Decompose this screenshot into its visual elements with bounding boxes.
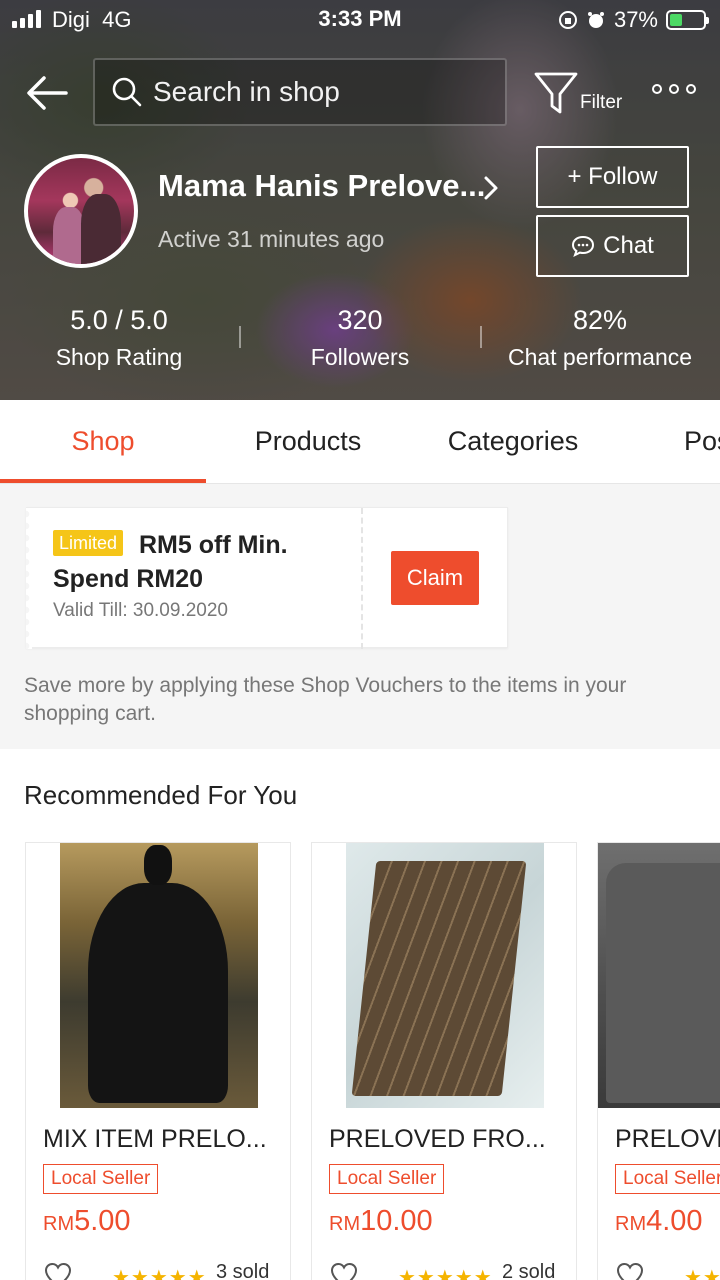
shop-voucher: RM5 off Min. Spend RM20 Limited Valid Ti… (26, 507, 508, 649)
stat-value: 320 (337, 305, 383, 335)
chat-label: Chat (603, 232, 654, 259)
shop-name[interactable]: Mama Hanis Prelove... (158, 168, 485, 204)
more-options-icon[interactable] (652, 84, 696, 104)
voucher-divider (361, 508, 363, 649)
limited-badge: Limited (53, 530, 124, 556)
stat-label: Shop Rating (55, 344, 183, 370)
follow-label: + Follow (567, 163, 658, 190)
alarm-icon (587, 12, 604, 28)
shop-avatar[interactable] (24, 154, 138, 268)
stat-divider (239, 326, 241, 348)
product-image[interactable] (26, 843, 290, 1108)
product-price: RM5.00 (43, 1205, 131, 1237)
active-tab-indicator (0, 479, 206, 483)
active-status: Active 31 minutes ago (158, 226, 385, 252)
shop-header: Digi 4G 3:33 PM 37% Search in shop Filte… (0, 0, 720, 400)
heart-icon[interactable] (615, 1261, 645, 1280)
local-seller-badge: Local Seller (329, 1164, 445, 1194)
stat-label: Chat performance (507, 344, 693, 370)
section-title: Recommended For You (24, 780, 298, 810)
filter-button[interactable]: Filter (532, 70, 632, 120)
stat-chat-performance[interactable]: 82% Chat performance (494, 302, 706, 372)
product-image[interactable] (598, 843, 720, 1108)
stat-divider (480, 326, 482, 348)
stat-followers[interactable]: 320 Followers (260, 302, 460, 372)
product-card[interactable]: PRELOVED Local Seller RM4.00 ★★★★★ (597, 842, 720, 1280)
product-name: MIX ITEM PRELO... (43, 1125, 267, 1153)
orientation-lock-icon (558, 11, 577, 29)
stat-shop-rating[interactable]: 5.0 / 5.0 Shop Rating (24, 302, 214, 372)
voucher-validity: Valid Till: 30.09.2020 (53, 600, 228, 621)
filter-icon (534, 72, 578, 114)
tab-shop[interactable]: Shop (0, 400, 206, 483)
heart-icon[interactable] (43, 1261, 73, 1280)
stat-label: Followers (310, 344, 410, 370)
back-button[interactable] (22, 70, 72, 116)
recommended-section: Recommended For You MIX ITEM PRELO... Lo… (0, 749, 720, 1280)
search-input[interactable]: Search in shop (93, 58, 507, 126)
chevron-right-icon[interactable] (480, 174, 502, 202)
sold-count: 2 sold (502, 1261, 556, 1280)
rating-stars: ★★★★★ (112, 1267, 207, 1280)
product-image[interactable] (312, 843, 576, 1108)
local-seller-badge: Local Seller (615, 1164, 720, 1194)
stat-value: 82% (572, 305, 628, 335)
rating-stars: ★★★★★ (684, 1267, 720, 1280)
claim-button[interactable]: Claim (391, 551, 479, 605)
local-seller-badge: Local Seller (43, 1164, 159, 1194)
battery-percent: 37% (613, 7, 658, 32)
sold-count: 3 sold (216, 1261, 270, 1280)
status-bar: Digi 4G 3:33 PM 37% (0, 0, 720, 40)
chat-button[interactable]: Chat (536, 215, 689, 277)
rating-stars: ★★★★★ (398, 1267, 493, 1280)
filter-label: Filter (580, 92, 623, 113)
battery-icon (666, 10, 709, 30)
heart-icon[interactable] (329, 1261, 359, 1280)
tab-categories[interactable]: Categories (410, 400, 616, 483)
tab-posts[interactable]: Pos (684, 400, 720, 483)
tab-products[interactable]: Products (206, 400, 410, 483)
search-placeholder: Search in shop (153, 76, 340, 107)
product-name: PRELOVED FRO... (329, 1125, 546, 1153)
chat-bubble-icon (572, 235, 595, 257)
product-price: RM4.00 (615, 1205, 703, 1237)
product-card[interactable]: MIX ITEM PRELO... Local Seller RM5.00 ★★… (25, 842, 291, 1280)
follow-button[interactable]: + Follow (536, 146, 689, 208)
voucher-edge (26, 508, 32, 649)
voucher-note: Save more by applying these Shop Voucher… (24, 674, 627, 725)
product-name: PRELOVED (615, 1125, 720, 1153)
product-card[interactable]: PRELOVED FRO... Local Seller RM10.00 ★★★… (311, 842, 577, 1280)
stat-value: 5.0 / 5.0 (70, 305, 168, 335)
product-price: RM10.00 (329, 1205, 433, 1237)
search-icon (112, 77, 142, 107)
shop-tabs: Shop Products Categories Pos (0, 400, 720, 484)
